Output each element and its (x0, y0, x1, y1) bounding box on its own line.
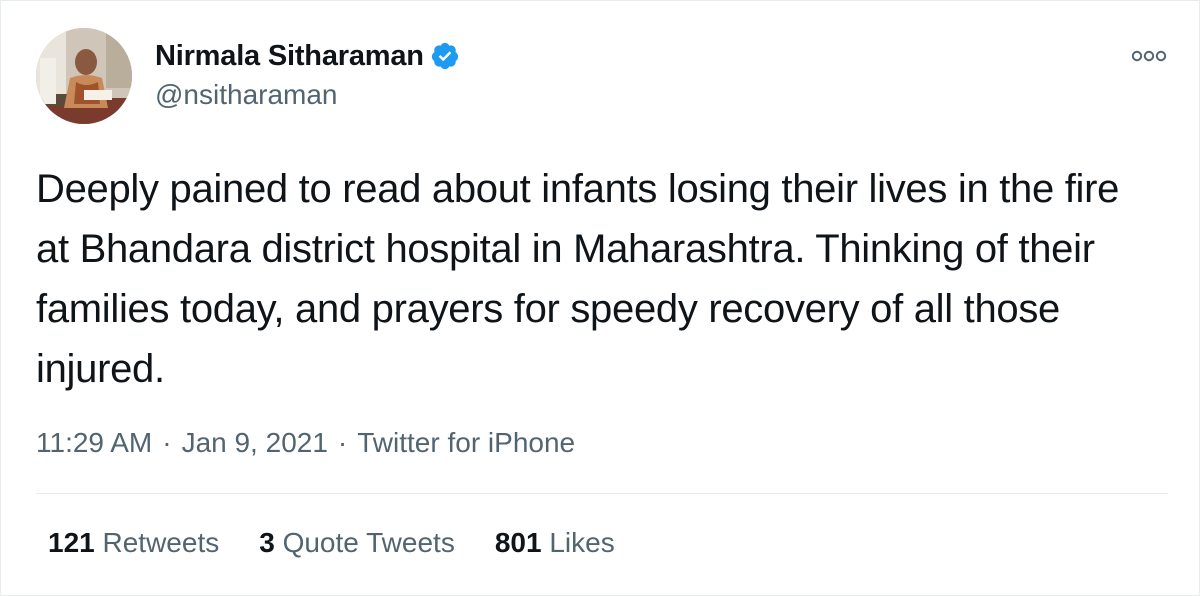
divider (36, 493, 1168, 494)
tweet-metadata: 11:29 AM · Jan 9, 2021 · Twitter for iPh… (36, 427, 575, 459)
more-options-icon (1131, 50, 1167, 62)
engagement-stats: 121 Retweets 3 Quote Tweets 801 Likes (48, 527, 655, 559)
retweets-count: 121 (48, 527, 103, 558)
avatar[interactable] (36, 28, 132, 124)
likes-count: 801 (494, 527, 550, 558)
tweet-date[interactable]: Jan 9, 2021 (182, 427, 328, 459)
tweet-card: Nirmala Sitharaman @nsitharaman Deeply p… (0, 0, 1200, 596)
retweets-stat[interactable]: 121 Retweets (48, 527, 219, 559)
display-name[interactable]: Nirmala Sitharaman (155, 40, 424, 73)
quote-tweets-count: 3 (259, 527, 283, 558)
more-options-button[interactable] (1129, 41, 1169, 71)
handle[interactable]: @nsitharaman (155, 79, 460, 111)
tweet-time[interactable]: 11:29 AM (36, 427, 152, 459)
likes-stat[interactable]: 801 Likes (495, 527, 615, 559)
quote-tweets-stat[interactable]: 3 Quote Tweets (259, 527, 455, 559)
tweet-source[interactable]: Twitter for iPhone (357, 427, 575, 459)
name-row: Nirmala Sitharaman (155, 39, 460, 73)
author-block: Nirmala Sitharaman @nsitharaman (155, 39, 460, 111)
tweet-text: Deeply pained to read about infants losi… (36, 167, 1120, 391)
retweets-label: Retweets (102, 527, 220, 558)
meta-separator: · (162, 427, 172, 458)
quote-tweets-label: Quote Tweets (282, 527, 455, 558)
avatar-image (36, 28, 132, 124)
meta-separator: · (337, 427, 348, 458)
verified-badge-icon (430, 41, 460, 71)
likes-label: Likes (549, 527, 615, 558)
